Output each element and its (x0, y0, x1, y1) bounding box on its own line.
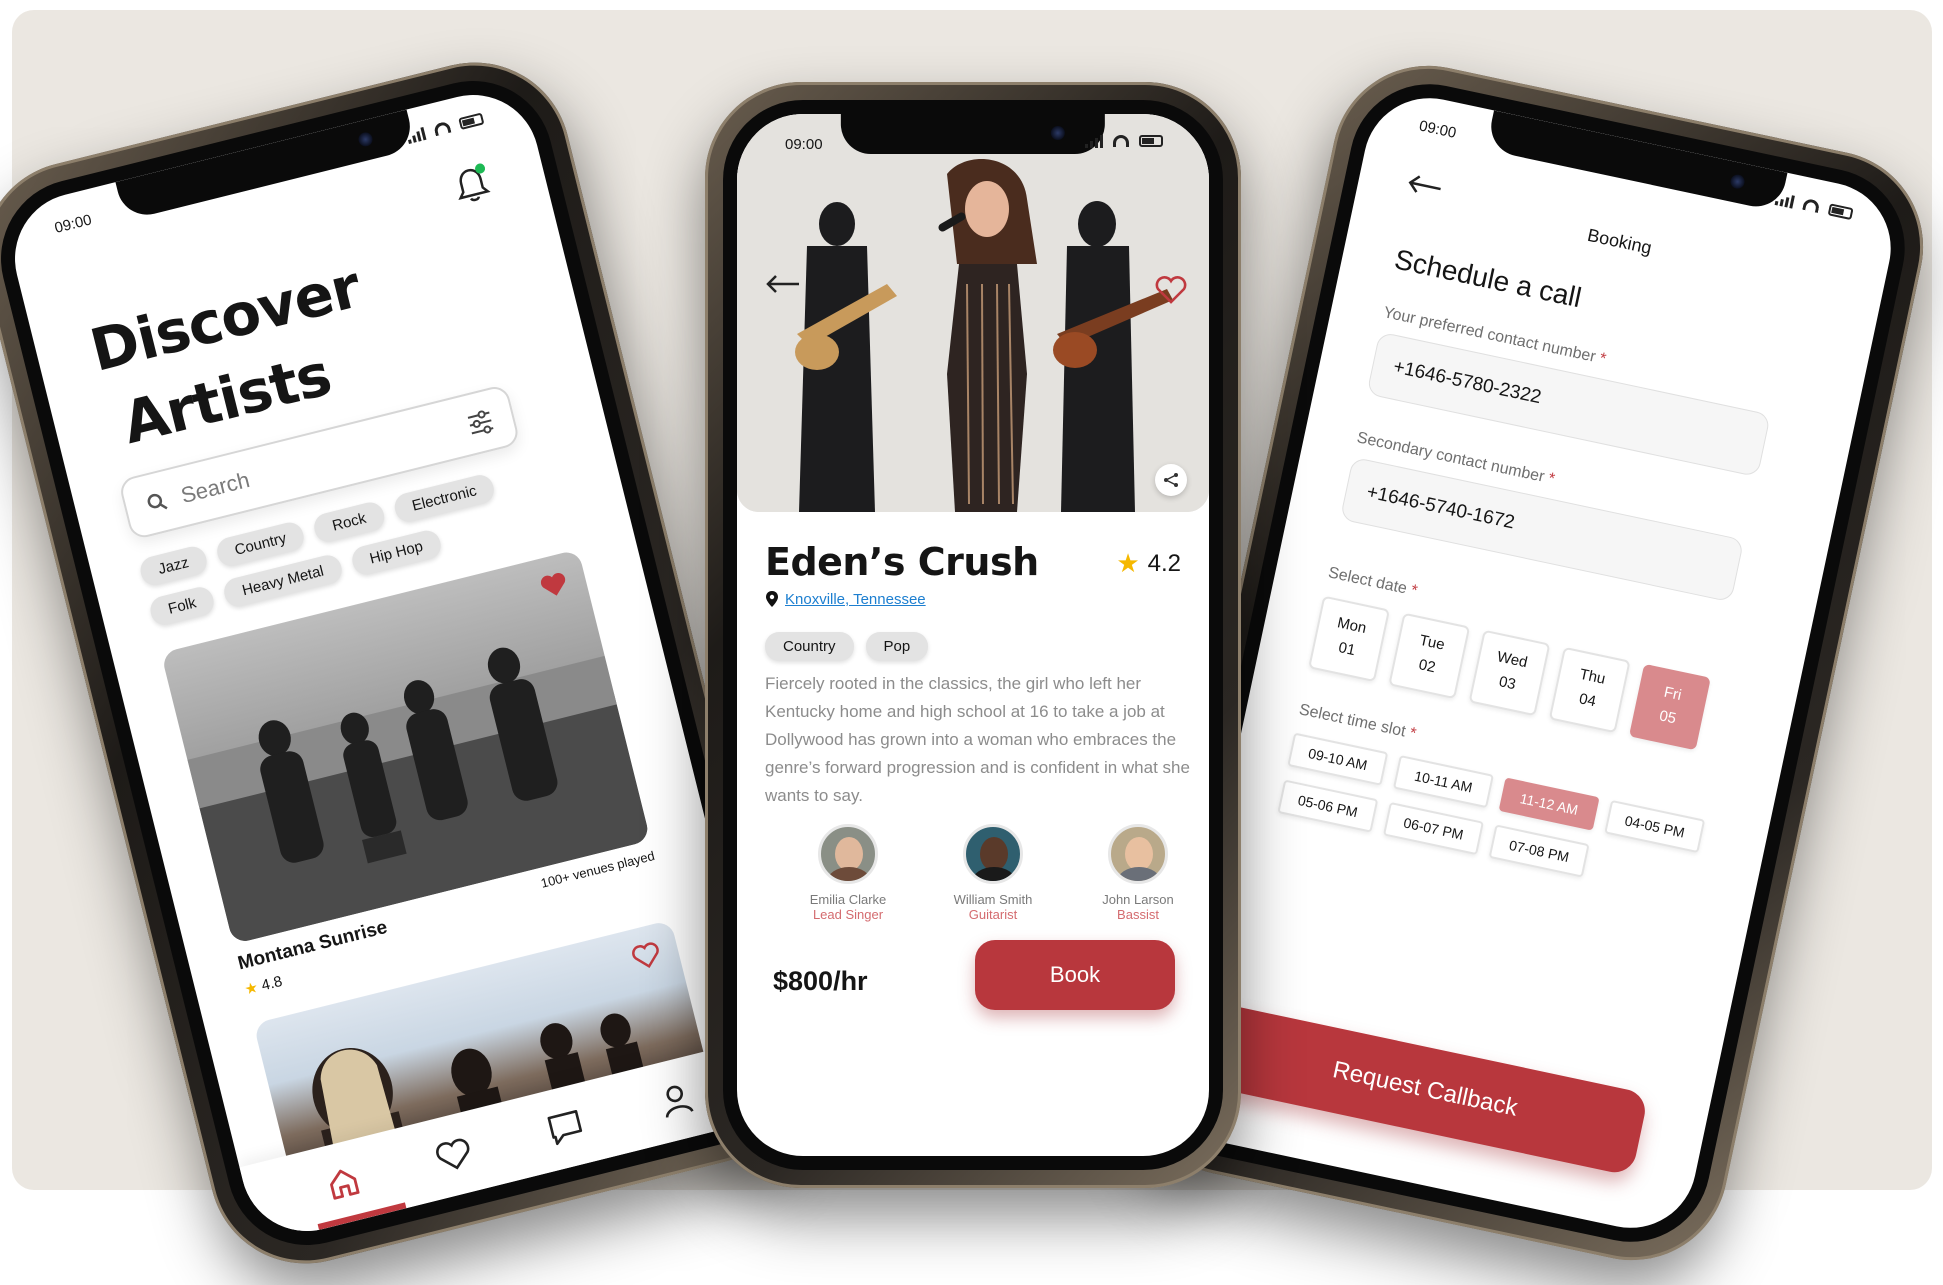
hourly-price: $800/hr (773, 966, 868, 996)
required-mark: * (1546, 469, 1557, 488)
wifi-icon (1113, 135, 1129, 147)
location-pin-icon (766, 591, 778, 607)
phone-artist-detail: 09:00 Eden’s Crush ★ 4.2 Knoxville, Tenn… (705, 82, 1241, 1188)
home-icon[interactable] (322, 1162, 363, 1203)
back-arrow-icon[interactable] (765, 274, 801, 294)
notification-bell-icon[interactable] (451, 162, 493, 207)
location-text: Knoxville, Tennessee (785, 590, 926, 608)
screen-title: Booking (1585, 224, 1654, 258)
wifi-icon (1802, 197, 1821, 214)
favorite-heart-outline-icon[interactable] (1155, 276, 1187, 304)
time-slot[interactable]: 05-06 PM (1277, 779, 1379, 833)
date-option-thu[interactable]: Thu 04 (1548, 646, 1631, 734)
time-slot[interactable]: 04-05 PM (1604, 799, 1706, 854)
status-time: 09:00 (52, 211, 94, 237)
member-card[interactable]: John Larson Bassist (1083, 824, 1193, 922)
select-slot-label-text: Select time slot (1297, 701, 1408, 741)
time-slot[interactable]: 10-11 AM (1392, 754, 1494, 809)
date-option-tue[interactable]: Tue 02 (1388, 612, 1471, 700)
member-card[interactable]: William Smith Guitarist (938, 824, 1048, 922)
genre-chip-folk[interactable]: Folk (147, 584, 217, 628)
star-icon: ★ (1116, 548, 1140, 578)
band-hero-photo (737, 114, 1209, 512)
required-mark: * (1407, 724, 1418, 743)
battery-icon (458, 112, 485, 130)
member-card[interactable]: Emilia Clarke Lead Singer (793, 824, 903, 922)
date-option-wed[interactable]: Wed 03 (1468, 629, 1551, 717)
band-genres: Country Pop (765, 632, 929, 661)
band-members: Emilia Clarke Lead Singer William Smith … (793, 824, 1193, 922)
genre-chip-country[interactable]: Country (765, 632, 854, 661)
wifi-icon (433, 120, 452, 137)
section-heading: Schedule a call (1391, 243, 1585, 314)
status-icons (406, 112, 485, 144)
time-slot[interactable]: 06-07 PM (1382, 801, 1484, 856)
status-icons (1774, 191, 1854, 221)
status-time: 09:00 (1417, 117, 1458, 142)
rating-value: 4.2 (1147, 549, 1181, 577)
date-option-mon[interactable]: Mon 01 (1308, 595, 1391, 683)
active-tab-indicator (317, 1202, 407, 1231)
member-role: Guitarist (968, 907, 1018, 922)
genre-chip-country[interactable]: Country (214, 519, 308, 570)
required-mark: * (1597, 350, 1608, 368)
battery-icon (1827, 203, 1854, 221)
band-rating: ★ 4.2 (1116, 548, 1181, 579)
band-location[interactable]: Knoxville, Tennessee (765, 590, 926, 608)
member-name: John Larson (1102, 892, 1174, 907)
request-callback-button[interactable]: Request Callback (1201, 1002, 1649, 1177)
date-option-fri-selected[interactable]: Fri 05 (1628, 663, 1711, 751)
genre-chip-electronic[interactable]: Electronic (391, 472, 498, 525)
avatar (1108, 824, 1168, 884)
status-time: 09:00 (785, 136, 823, 153)
avatar (818, 824, 878, 884)
share-button[interactable] (1155, 464, 1187, 496)
member-name: Emilia Clarke (809, 892, 887, 907)
member-role: Bassist (1117, 907, 1159, 922)
signal-icon (1085, 134, 1103, 148)
member-name: William Smith (953, 892, 1033, 907)
band-name: Eden’s Crush (765, 540, 1039, 584)
rating-value: 4.8 (259, 972, 284, 994)
signal-icon (406, 126, 427, 144)
battery-icon (1139, 135, 1163, 147)
genre-chip-jazz[interactable]: Jazz (137, 543, 210, 589)
time-slot-picker: 09-10 AM 10-11 AM 11-12 AM 04-05 PM 05-0… (1277, 732, 1724, 905)
band-photo (737, 114, 1209, 512)
time-slot[interactable]: 09-10 AM (1287, 732, 1389, 786)
select-date-label-text: Select date (1326, 564, 1409, 598)
notch (840, 114, 1106, 154)
time-slot-selected[interactable]: 11-12 AM (1498, 777, 1600, 831)
profile-icon[interactable] (655, 1079, 696, 1120)
avatar (963, 824, 1023, 884)
status-icons (1085, 134, 1163, 148)
share-icon (1164, 473, 1178, 487)
star-icon: ★ (242, 978, 260, 999)
book-button[interactable]: Book (975, 940, 1175, 1010)
artist-detail-screen: 09:00 Eden’s Crush ★ 4.2 Knoxville, Tenn… (737, 114, 1209, 1156)
chat-icon[interactable] (543, 1107, 586, 1149)
heart-icon[interactable] (432, 1135, 475, 1175)
required-mark: * (1409, 581, 1419, 600)
member-role: Lead Singer (812, 907, 884, 922)
genre-chip-rock[interactable]: Rock (311, 499, 387, 545)
genre-chip-hip-hop[interactable]: Hip Hop (349, 527, 444, 578)
signal-icon (1774, 191, 1796, 209)
search-icon (147, 493, 168, 510)
band-description: Fiercely rooted in the classics, the gir… (765, 674, 1190, 805)
genre-chip-pop[interactable]: Pop (865, 632, 929, 661)
filter-icon[interactable] (464, 406, 498, 440)
time-slot[interactable]: 07-08 PM (1488, 824, 1590, 878)
select-date-label: Select date * (1326, 564, 1419, 600)
